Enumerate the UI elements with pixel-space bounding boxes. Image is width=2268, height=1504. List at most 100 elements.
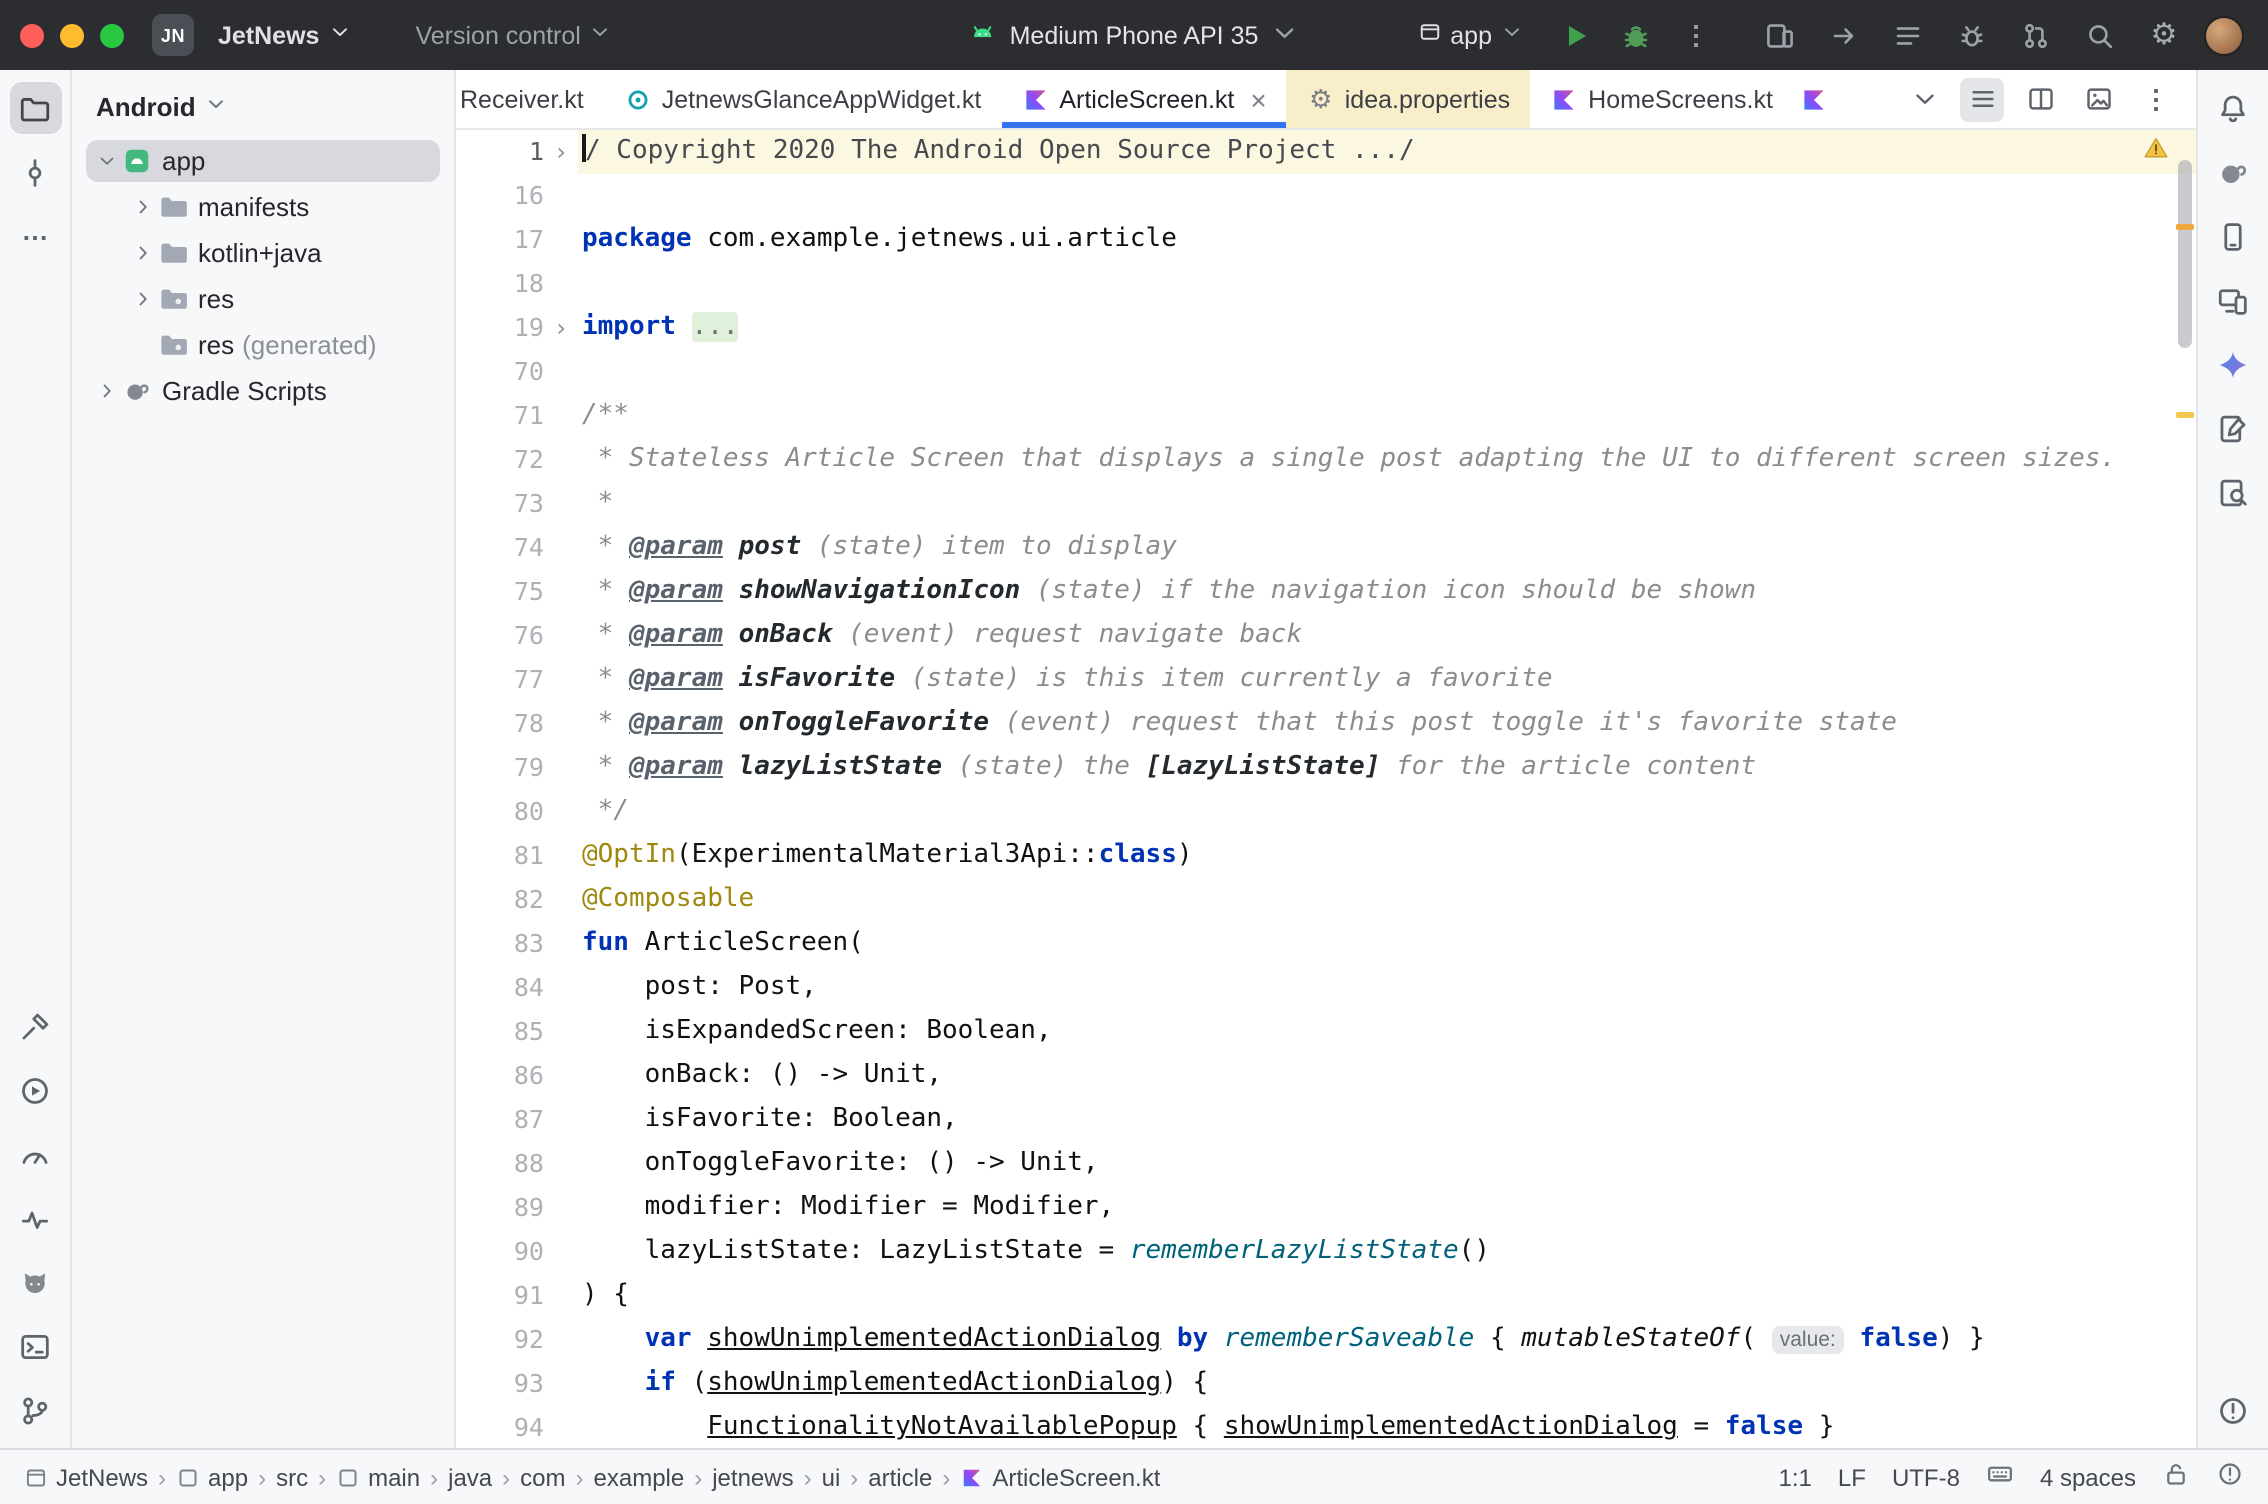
- chevron-right-icon[interactable]: [92, 380, 122, 402]
- project-selector[interactable]: JetNews: [206, 14, 363, 56]
- code-line-70[interactable]: 70: [456, 350, 2196, 394]
- chevron-down-button[interactable]: [1902, 77, 1946, 121]
- code-line-89[interactable]: 89 modifier: Modifier = Modifier,: [456, 1186, 2196, 1230]
- tree-item-res[interactable]: res: [72, 276, 454, 322]
- editor-body[interactable]: 1›/ Copyright 2020 The Android Open Sour…: [456, 130, 2196, 1448]
- tab-Receiver.kt[interactable]: Receiver.kt: [456, 70, 604, 128]
- breadcrumb-app[interactable]: app: [176, 1463, 248, 1491]
- logcat-tool-button[interactable]: [9, 1256, 61, 1308]
- profiler-tool-button[interactable]: [9, 1128, 61, 1180]
- tree-item-kotlin-java[interactable]: kotlin+java: [72, 230, 454, 276]
- code-line-93[interactable]: 93 if (showUnimplementedActionDialog) {: [456, 1362, 2196, 1406]
- search-button[interactable]: [2080, 15, 2120, 55]
- more-actions-button[interactable]: ⋮: [1676, 15, 1716, 55]
- code-line-78[interactable]: 78 * @param onToggleFavorite (event) req…: [456, 702, 2196, 746]
- tree-item-manifests[interactable]: manifests: [72, 184, 454, 230]
- stripe-mark-weak-warning[interactable]: [2176, 412, 2194, 418]
- code-line-82[interactable]: 82@Composable: [456, 878, 2196, 922]
- breadcrumb-jetnews[interactable]: jetnews: [712, 1463, 793, 1491]
- app-inspection-tool-button[interactable]: [2207, 466, 2259, 518]
- tree-item-res[interactable]: res(generated): [72, 322, 454, 368]
- gemini-tool-button[interactable]: [2207, 338, 2259, 390]
- stripe-mark-warning[interactable]: [2176, 224, 2194, 230]
- breadcrumb-article[interactable]: article: [868, 1463, 932, 1491]
- breadcrumb-main[interactable]: main: [336, 1463, 420, 1491]
- running-devices-tool-button[interactable]: [2207, 274, 2259, 326]
- notifications-tool-button[interactable]: [2207, 82, 2259, 134]
- encoding-widget[interactable]: UTF-8: [1892, 1463, 1960, 1491]
- debug-button[interactable]: [1616, 15, 1656, 55]
- code-line-83[interactable]: 83fun ArticleScreen(: [456, 922, 2196, 966]
- chevron-down-icon[interactable]: [92, 150, 122, 172]
- problems-indicator[interactable]: [2216, 1460, 2244, 1494]
- device-manager-tool-button[interactable]: [2207, 210, 2259, 262]
- split-view-button[interactable]: [2018, 77, 2062, 121]
- bug-report-button[interactable]: [1952, 15, 1992, 55]
- fold-marker-icon[interactable]: ›: [544, 306, 578, 350]
- code-line-16[interactable]: 16: [456, 174, 2196, 218]
- inspections-widget[interactable]: [2142, 134, 2170, 162]
- tree-item-gradle-scripts[interactable]: Gradle Scripts: [72, 368, 454, 414]
- code-line-18[interactable]: 18: [456, 262, 2196, 306]
- breadcrumb-src[interactable]: src: [276, 1463, 308, 1491]
- chevron-right-icon[interactable]: [128, 288, 158, 310]
- breadcrumb-example[interactable]: example: [594, 1463, 685, 1491]
- project-folder-tool-button[interactable]: [9, 82, 61, 134]
- code-view-button[interactable]: [1960, 77, 2004, 121]
- code-line-92[interactable]: 92 var showUnimplementedActionDialog by …: [456, 1318, 2196, 1362]
- chevron-right-icon[interactable]: [128, 196, 158, 218]
- code-line-85[interactable]: 85 isExpandedScreen: Boolean,: [456, 1010, 2196, 1054]
- breadcrumb-jetnews[interactable]: JetNews: [24, 1463, 148, 1491]
- more-vertical-button[interactable]: ⋮: [2134, 77, 2178, 121]
- problems-tool-button[interactable]: [2207, 1384, 2259, 1436]
- code-line-71[interactable]: 71/**: [456, 394, 2196, 438]
- tab-ArticleScreen.kt[interactable]: ArticleScreen.kt×: [1001, 70, 1286, 128]
- code-line-75[interactable]: 75 * @param showNavigationIcon (state) i…: [456, 570, 2196, 614]
- vcs-widget[interactable]: Version control: [403, 14, 624, 56]
- run-tool-button[interactable]: [9, 1064, 61, 1116]
- run-config-selector[interactable]: app: [1406, 14, 1536, 56]
- code-line-77[interactable]: 77 * @param isFavorite (state) is this i…: [456, 658, 2196, 702]
- version-control-tool-button[interactable]: [9, 1384, 61, 1436]
- device-selector[interactable]: Medium Phone API 35: [968, 17, 1301, 53]
- tab-close-icon[interactable]: ×: [1250, 85, 1266, 113]
- live-edit-tool-button[interactable]: [2207, 402, 2259, 454]
- caret-position-widget[interactable]: 1:1: [1779, 1463, 1812, 1491]
- tab-JetnewsGlanceAppWidget.kt[interactable]: JetnewsGlanceAppWidget.kt: [604, 70, 1002, 128]
- build-tool-button[interactable]: [9, 1000, 61, 1052]
- code-line-81[interactable]: 81@OptIn(ExperimentalMaterial3Api::class…: [456, 834, 2196, 878]
- code-line-19[interactable]: 19›import ...: [456, 306, 2196, 350]
- code-line-79[interactable]: 79 * @param lazyListState (state) the [L…: [456, 746, 2196, 790]
- device-mirroring-button[interactable]: [1760, 15, 1800, 55]
- commit-tool-button[interactable]: [9, 146, 61, 198]
- code-line-84[interactable]: 84 post: Post,: [456, 966, 2196, 1010]
- breadcrumb-ui[interactable]: ui: [822, 1463, 841, 1491]
- terminal-tool-button[interactable]: [9, 1320, 61, 1372]
- more-horizontal-tool-button[interactable]: ⋯: [9, 210, 61, 262]
- pull-request-button[interactable]: [2016, 15, 2056, 55]
- breadcrumb-java[interactable]: java: [448, 1463, 492, 1491]
- avatar[interactable]: [2204, 15, 2244, 55]
- keyboard-indicator[interactable]: [1986, 1460, 2014, 1494]
- code-line-94[interactable]: 94 FunctionalityNotAvailablePopup { show…: [456, 1406, 2196, 1448]
- code-line-76[interactable]: 76 * @param onBack (event) request navig…: [456, 614, 2196, 658]
- fold-marker-icon[interactable]: ›: [544, 130, 578, 174]
- gradle-tool-button[interactable]: [2207, 146, 2259, 198]
- tab-idea.properties[interactable]: ⚙idea.properties: [1287, 70, 1530, 128]
- settings-button[interactable]: ⚙: [2144, 15, 2184, 55]
- project-view-selector[interactable]: Android: [72, 82, 454, 132]
- chevron-right-icon[interactable]: [128, 242, 158, 264]
- tab-clipped[interactable]: [1793, 70, 1837, 128]
- run-button[interactable]: [1556, 15, 1596, 55]
- line-separator-widget[interactable]: LF: [1838, 1463, 1866, 1491]
- code-line-72[interactable]: 72 * Stateless Article Screen that displ…: [456, 438, 2196, 482]
- breadcrumb-articlescreen-kt[interactable]: ArticleScreen.kt: [960, 1463, 1160, 1491]
- code-line-80[interactable]: 80 */: [456, 790, 2196, 834]
- code-line-88[interactable]: 88 onToggleFavorite: () -> Unit,: [456, 1142, 2196, 1186]
- code-line-74[interactable]: 74 * @param post (state) item to display: [456, 526, 2196, 570]
- todo-list-button[interactable]: [1888, 15, 1928, 55]
- code-line-87[interactable]: 87 isFavorite: Boolean,: [456, 1098, 2196, 1142]
- breadcrumb-com[interactable]: com: [520, 1463, 565, 1491]
- code-line-73[interactable]: 73 *: [456, 482, 2196, 526]
- minimize-window-button[interactable]: [60, 23, 84, 47]
